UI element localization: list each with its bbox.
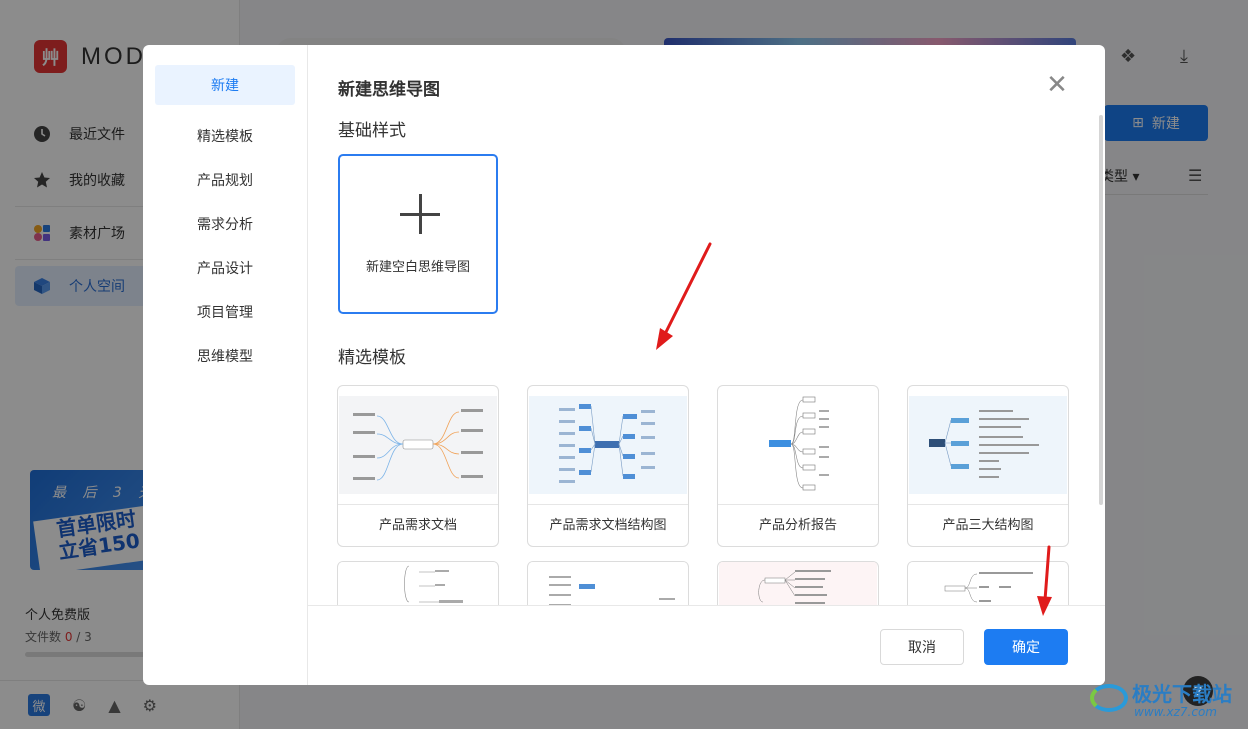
confirm-button[interactable]: 确定 xyxy=(984,629,1068,665)
template-thumbnail xyxy=(529,562,687,605)
category-new[interactable]: 新建 xyxy=(155,65,295,105)
template-label: 产品需求文档 xyxy=(338,504,498,546)
close-icon[interactable]: ✕ xyxy=(1043,71,1071,99)
category-product-design[interactable]: 产品设计 xyxy=(155,248,295,288)
template-thumbnail xyxy=(339,396,497,494)
template-label: 产品需求文档结构图 xyxy=(528,504,688,546)
category-requirements[interactable]: 需求分析 xyxy=(155,204,295,244)
featured-section-title: 精选模板 xyxy=(338,348,406,368)
blank-mindmap-label: 新建空白思维导图 xyxy=(365,260,470,275)
template-thumbnail xyxy=(529,396,687,494)
template-card-prd-structure[interactable]: 产品需求文档结构图 xyxy=(527,385,689,547)
template-thumbnail xyxy=(909,396,1067,494)
category-featured[interactable]: 精选模板 xyxy=(155,116,295,156)
template-card-row2-3[interactable] xyxy=(717,561,879,605)
template-label: 产品三大结构图 xyxy=(908,504,1068,546)
template-thumbnail xyxy=(909,562,1067,605)
template-card-three-structures[interactable]: 产品三大结构图 xyxy=(907,385,1069,547)
template-card-product-analysis[interactable]: 产品分析报告 xyxy=(717,385,879,547)
category-thinking-models[interactable]: 思维模型 xyxy=(155,336,295,376)
new-mindmap-dialog: 新建 精选模板 产品规划 需求分析 产品设计 项目管理 思维模型 新建思维导图 … xyxy=(143,45,1105,685)
basic-section-title: 基础样式 xyxy=(338,121,406,141)
template-thumbnail xyxy=(339,562,497,605)
template-grid: 产品需求文档 产品需求文档结构图 产品分析报告 产品三大结构图 xyxy=(308,375,1105,605)
watermark: 极光下载站 www.xz7.com xyxy=(1090,676,1244,726)
watermark-text: 极光下载站 xyxy=(1132,682,1232,706)
template-thumbnail xyxy=(719,562,877,605)
template-card-prd[interactable]: 产品需求文档 xyxy=(337,385,499,547)
template-label: 产品分析报告 xyxy=(718,504,878,546)
template-card-row2-4[interactable] xyxy=(907,561,1069,605)
dialog-title: 新建思维导图 xyxy=(338,80,440,100)
dialog-scrollbar[interactable] xyxy=(1099,115,1103,505)
template-category-list: 新建 精选模板 产品规划 需求分析 产品设计 项目管理 思维模型 xyxy=(143,45,308,685)
dialog-footer: 取消 确定 xyxy=(308,605,1105,685)
template-card-row2-2[interactable] xyxy=(527,561,689,605)
category-product-planning[interactable]: 产品规划 xyxy=(155,160,295,200)
watermark-logo xyxy=(1090,684,1128,712)
template-thumbnail xyxy=(719,396,877,494)
blank-mindmap-card[interactable]: 新建空白思维导图 xyxy=(338,154,498,314)
watermark-url: www.xz7.com xyxy=(1134,705,1217,719)
category-project-management[interactable]: 项目管理 xyxy=(155,292,295,332)
template-card-row2-1[interactable] xyxy=(337,561,499,605)
plus-icon xyxy=(400,194,440,234)
cancel-button[interactable]: 取消 xyxy=(880,629,964,665)
